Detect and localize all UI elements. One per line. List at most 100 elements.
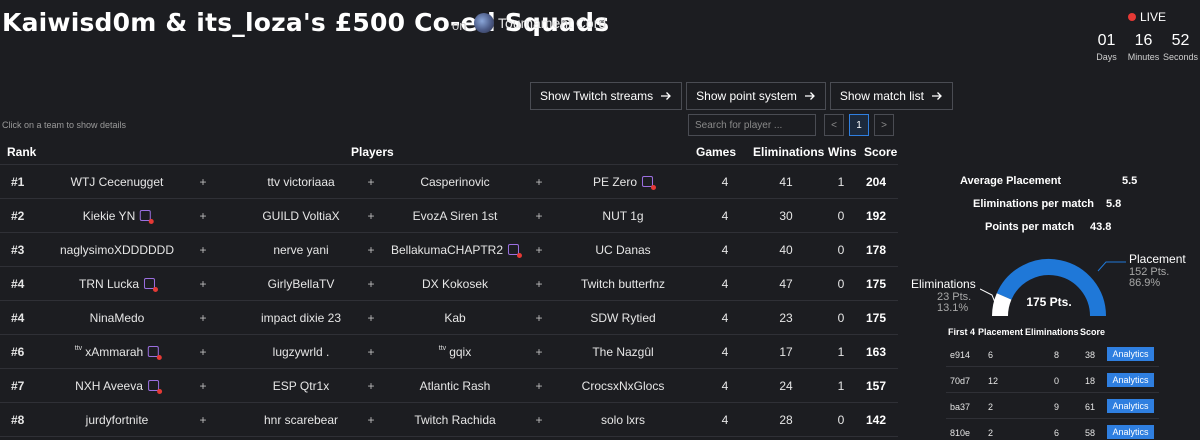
player-name-text: jurdyfortnite (85, 413, 149, 427)
team-row[interactable]: #4 TRN Lucka + GirlyBellaTV + DX Kokosek + Twit… (0, 267, 898, 301)
elims-per-match-label: Eliminations per match (973, 198, 1095, 210)
analytics-button[interactable]: Analytics (1107, 373, 1154, 387)
organizer-link[interactable]: Tournament Cord (474, 13, 606, 33)
show-point-system-button[interactable]: Show point system (686, 82, 826, 110)
team-games: 4 (721, 311, 729, 325)
twitch-live-icon[interactable] (148, 346, 163, 360)
match-row: e914 6 8 38 Analytics (946, 341, 1159, 367)
team-row[interactable]: #8 jurdyfortnite + hnr scarebear + Twitch Rac… (0, 403, 898, 437)
analytics-button[interactable]: Analytics (1107, 399, 1154, 413)
player-name-text: lugzywrld . (272, 345, 330, 359)
plus-separator: + (535, 175, 543, 189)
countdown: 01 Days 16 Minutes 52 Seconds (1088, 32, 1199, 62)
next-page-button[interactable]: > (874, 114, 894, 136)
placement-legend-label: Placement (1129, 252, 1186, 266)
avg-placement-value: 5.5 (1122, 175, 1138, 187)
player-name: PE Zero (592, 175, 657, 190)
player-name: hnr scarebear (264, 413, 338, 427)
team-wins: 0 (837, 209, 845, 223)
team-wins: 0 (837, 311, 845, 325)
match-score: 58 (1085, 428, 1096, 438)
pagination: < 1 > (824, 114, 894, 136)
plus-separator: + (367, 345, 375, 359)
button-label: Show Twitch streams (540, 89, 654, 103)
player-name: Twitch Rachida (414, 413, 495, 427)
twitch-live-icon[interactable] (508, 244, 523, 258)
player-name-text: GUILD VoltiaX (262, 209, 340, 223)
countdown-value: 01 (1097, 32, 1116, 49)
elims-connector-line (980, 288, 997, 305)
team-row[interactable]: #2 Kiekie YN + GUILD VoltiaX + EvozA Siren 1s… (0, 199, 898, 233)
player-name-text: NUT 1g (602, 209, 644, 223)
ttv-prefix: ttv (438, 345, 447, 352)
match-eliminations: 0 (1054, 376, 1060, 386)
show-match-list-button[interactable]: Show match list (829, 82, 953, 110)
header-rank: Rank (7, 145, 37, 159)
team-row[interactable]: #4 NinaMedo + impact dixie 23 + Kab + SDW Rytie… (0, 301, 898, 335)
twitch-live-icon[interactable] (642, 176, 657, 190)
player-name: ttv gqix (439, 345, 471, 359)
countdown-label: Minutes (1127, 52, 1160, 62)
team-row[interactable]: #1 WTJ Cecenugget + ttv victoriaaa + Casperin… (0, 165, 898, 199)
header-players: Players (351, 145, 394, 159)
plus-separator: + (535, 243, 543, 257)
match-score: 61 (1085, 402, 1096, 412)
twitch-live-icon[interactable] (147, 380, 162, 394)
player-name-text: The Nazgûl (592, 345, 654, 359)
team-row[interactable]: #6 ttv xAmmarah + lugzywrld . + ttv gqix + The Na… (0, 335, 898, 369)
player-name-text: gqix (449, 345, 472, 359)
chart-connectors (980, 261, 1126, 305)
player-name: naglysimoXDDDDDD (60, 243, 174, 257)
player-name: ESP Qtr1x (273, 379, 329, 393)
plus-separator: + (199, 379, 207, 393)
plus-separator: + (535, 209, 543, 223)
analytics-button[interactable]: Analytics (1107, 425, 1154, 439)
organizer-logo-icon (474, 13, 494, 33)
arrow-right-icon (931, 92, 942, 100)
player-name: GUILD VoltiaX (262, 209, 339, 223)
player-name-text: solo lxrs (600, 413, 646, 427)
table-header: Rank Players Games Eliminations Wins Sco… (0, 141, 898, 165)
match-row: ba37 2 9 61 Analytics (946, 393, 1159, 419)
elims-per-match-value: 5.8 (1106, 198, 1122, 210)
team-wins: 1 (837, 379, 845, 393)
player-name: solo lxrs (601, 413, 645, 427)
page-1-button[interactable]: 1 (849, 114, 869, 136)
player-name-text: naglysimoXDDDDDD (59, 243, 175, 257)
player-name: NUT 1g (602, 209, 643, 223)
player-search-input[interactable] (688, 114, 816, 136)
match-placement: 2 (988, 402, 994, 412)
table-hint: Click on a team to show details (2, 120, 127, 130)
leaderboard-table: Rank Players Games Eliminations Wins Sco… (0, 141, 898, 437)
player-name: ttv victoriaaa (267, 175, 334, 189)
player-name-text: PE Zero (592, 175, 638, 189)
player-name-text: Kab (444, 311, 466, 325)
team-eliminations: 30 (779, 209, 793, 223)
player-name: SDW Rytied (590, 311, 655, 325)
plus-separator: + (535, 345, 543, 359)
team-eliminations: 40 (779, 243, 793, 257)
player-name: Twitch butterfnz (581, 277, 665, 291)
team-score: 175 (866, 277, 887, 291)
player-name-text: Twitch butterfnz (580, 277, 666, 291)
player-name: CrocsxNxGlocs (582, 379, 665, 393)
player-name: Kab (444, 311, 465, 325)
twitch-live-icon[interactable] (140, 210, 155, 224)
team-games: 4 (721, 277, 729, 291)
points-per-match-value: 43.8 (1090, 221, 1112, 233)
plus-separator: + (199, 175, 207, 189)
match-score: 38 (1085, 350, 1096, 360)
points-per-match-label: Points per match (985, 221, 1075, 233)
show-twitch-streams-button[interactable]: Show Twitch streams (530, 82, 683, 110)
plus-separator: + (199, 413, 207, 427)
prev-page-button[interactable]: < (824, 114, 844, 136)
team-row[interactable]: #3 naglysimoXDDDDDD + nerve yani + BellakumaC… (0, 233, 898, 267)
player-name-text: Atlantic Rash (419, 379, 491, 393)
analytics-button[interactable]: Analytics (1107, 347, 1154, 361)
team-row[interactable]: #7 NXH Aveeva + ESP Qtr1x + Atlantic Rash + Cro… (0, 369, 898, 403)
match-placement: 2 (988, 428, 994, 438)
player-name: nerve yani (273, 243, 328, 257)
match-placement: 12 (988, 376, 999, 386)
player-name: TRN Lucka (79, 277, 159, 292)
twitch-live-icon[interactable] (144, 278, 159, 292)
